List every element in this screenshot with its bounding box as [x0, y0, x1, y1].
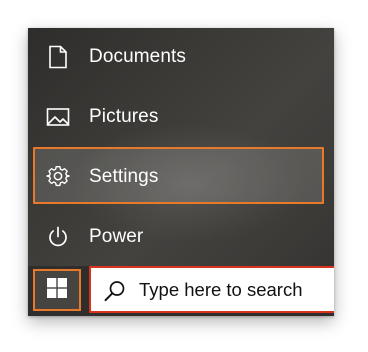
start-button[interactable] [33, 269, 81, 311]
start-menu-item-label: Power [89, 226, 144, 247]
start-menu-item-label: Pictures [89, 106, 159, 127]
start-menu-item-settings[interactable]: Settings [28, 148, 334, 206]
start-menu: Documents Pictures Settings Power Type h… [28, 28, 334, 316]
power-icon [46, 225, 70, 249]
windows-logo-icon [47, 277, 67, 303]
pictures-icon [46, 105, 70, 129]
start-menu-item-power[interactable]: Power [28, 208, 334, 266]
gear-icon [46, 165, 70, 189]
start-menu-item-documents[interactable]: Documents [28, 28, 334, 86]
document-icon [46, 45, 70, 69]
search-icon [103, 279, 127, 303]
start-menu-item-label: Settings [89, 166, 159, 187]
start-menu-item-label: Documents [89, 46, 186, 67]
search-placeholder: Type here to search [139, 279, 303, 300]
taskbar-search-box[interactable]: Type here to search [89, 266, 334, 313]
taskbar: Type here to search [28, 266, 334, 316]
start-menu-item-pictures[interactable]: Pictures [28, 88, 334, 146]
